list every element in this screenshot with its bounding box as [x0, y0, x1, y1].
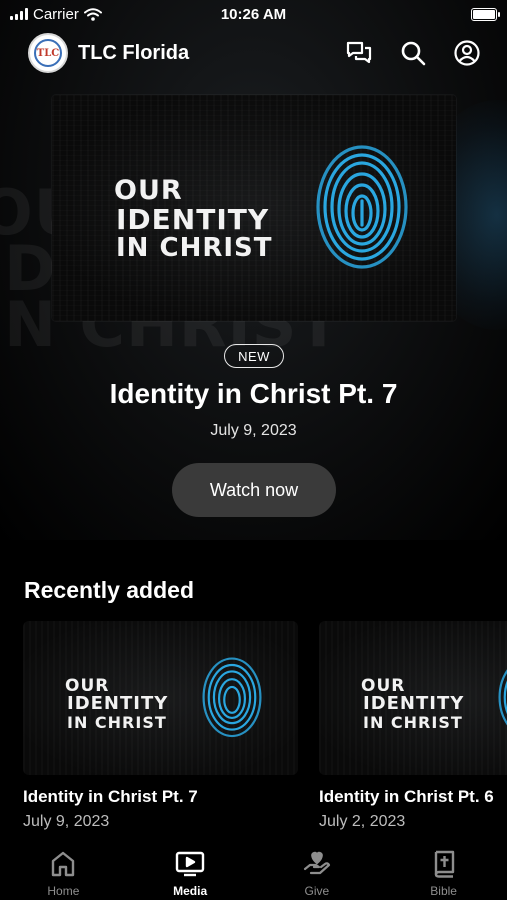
battery-icon: [471, 7, 500, 21]
tab-bar: Home Media Give Bible: [0, 840, 507, 900]
media-card[interactable]: OUR IDENTITY IN CHRIST Identity in Chris…: [319, 621, 507, 831]
artwork-line-3: IN CHRIST: [116, 233, 273, 263]
logo-text: TLC: [34, 39, 62, 67]
fingerprint-icon: [316, 145, 408, 269]
media-card[interactable]: OUR IDENTITY IN CHRIST Identity in Chris…: [23, 621, 298, 831]
profile-icon[interactable]: [453, 39, 481, 67]
artwork-line-1: OUR: [114, 175, 183, 206]
media-icon: [175, 850, 205, 878]
hero-date: July 9, 2023: [210, 422, 297, 439]
tab-bible[interactable]: Bible: [380, 840, 507, 900]
media-card-thumbnail[interactable]: OUR IDENTITY IN CHRIST: [23, 621, 298, 775]
fingerprint-icon: [202, 657, 262, 738]
media-card-title: Identity in Christ Pt. 7: [23, 787, 198, 806]
tab-give[interactable]: Give: [254, 840, 381, 900]
wifi-icon: [83, 7, 102, 21]
signal-icon: [10, 8, 28, 20]
hero-artwork[interactable]: OUR IDENTITY IN CHRIST: [52, 95, 456, 321]
recently-added-heading: Recently added: [24, 577, 194, 603]
app-header: TLC TLC Florida: [0, 30, 507, 76]
media-card-thumbnail[interactable]: OUR IDENTITY IN CHRIST: [319, 621, 507, 775]
hero-title: Identity in Christ Pt. 7: [109, 378, 398, 409]
tab-media[interactable]: Media: [127, 840, 254, 900]
media-card-title: Identity in Christ Pt. 6: [319, 787, 494, 806]
home-icon: [51, 850, 75, 878]
give-icon: [303, 850, 331, 878]
app-logo[interactable]: TLC: [28, 33, 68, 73]
app-title: TLC Florida: [78, 41, 190, 64]
artwork-line-2: IDENTITY: [116, 203, 270, 236]
tab-home[interactable]: Home: [0, 840, 127, 900]
recently-added-carousel[interactable]: OUR IDENTITY IN CHRIST Identity in Chris…: [23, 621, 507, 841]
hero-section: OUR IDENTITY IN CHRIST OUR IDENTITY IN C…: [0, 0, 507, 540]
media-card-date: July 2, 2023: [319, 813, 406, 830]
watch-now-button[interactable]: Watch now: [172, 463, 336, 517]
fingerprint-icon: [498, 669, 507, 726]
bible-icon: [433, 850, 455, 878]
media-card-date: July 9, 2023: [23, 813, 110, 830]
chat-icon[interactable]: [345, 39, 373, 67]
search-icon[interactable]: [399, 39, 427, 67]
status-bar: Carrier 10:26 AM: [0, 0, 507, 28]
new-badge: NEW: [224, 344, 284, 368]
carrier-label: Carrier: [33, 5, 79, 23]
